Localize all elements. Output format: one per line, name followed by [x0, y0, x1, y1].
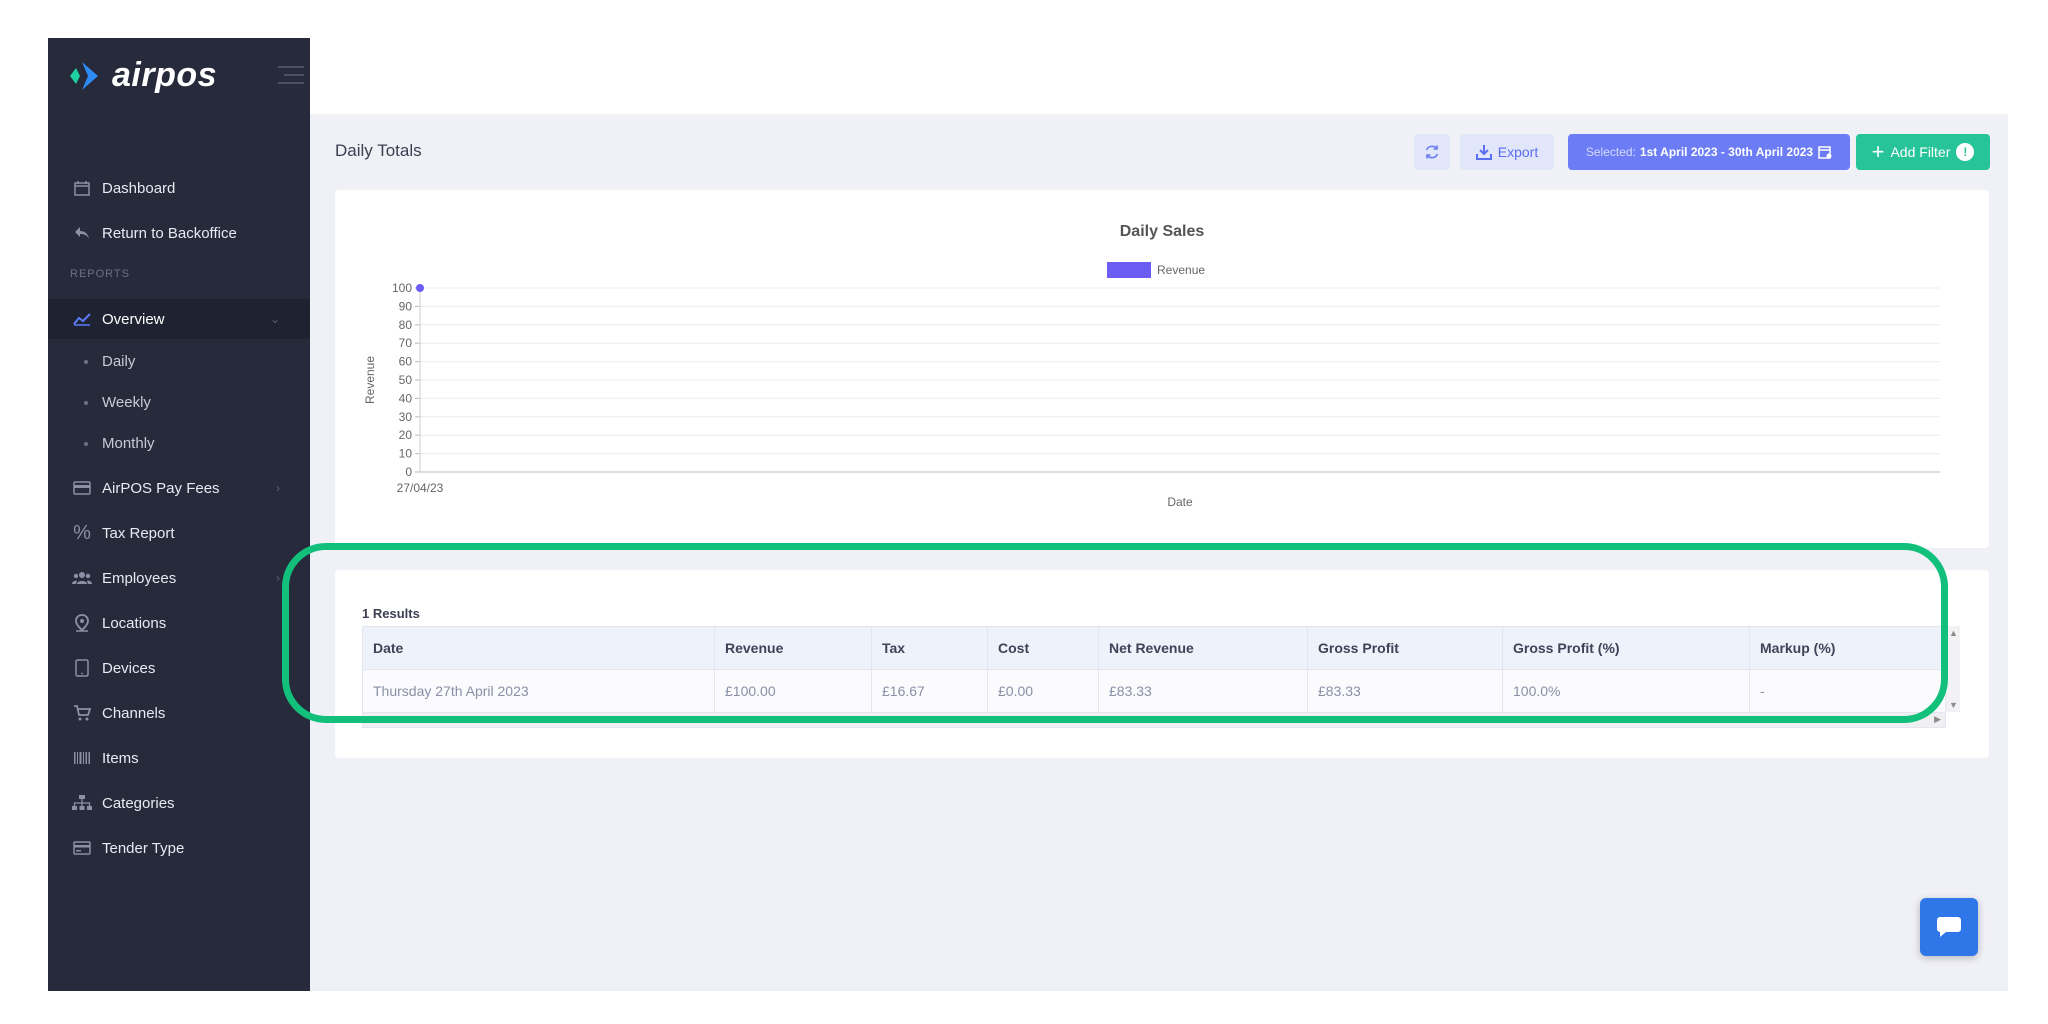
percent-icon: % — [73, 521, 91, 544]
main-area: Daily Totals Export Selected: 1st April … — [310, 38, 2008, 991]
add-filter-button[interactable]: + Add Filter ! — [1856, 134, 1990, 170]
sidebar-subitem-monthly[interactable]: Monthly — [84, 435, 155, 452]
chevron-right-icon: › — [276, 481, 280, 495]
export-label: Export — [1497, 144, 1539, 160]
calendar-icon — [1818, 146, 1832, 159]
chat-bubble-icon — [1937, 917, 1961, 937]
sidebar-item-tax-report[interactable]: % Tax Report — [48, 513, 310, 553]
y-tick-label: 30 — [399, 410, 413, 424]
logo-text: airpos — [112, 56, 218, 94]
y-tick-label: 90 — [399, 299, 413, 313]
sidebar-item-categories[interactable]: Categories — [48, 783, 310, 823]
sidebar-item-label: Channels — [102, 704, 166, 722]
sidebar-subitem-label: Monthly — [102, 435, 155, 452]
sidebar-item-label: AirPOS Pay Fees — [102, 479, 220, 497]
x-tick-label: 27/04/23 — [397, 481, 444, 495]
date-range-button[interactable]: Selected: 1st April 2023 - 30th April 20… — [1568, 134, 1850, 170]
add-filter-label: Add Filter — [1890, 144, 1951, 160]
selected-prefix: Selected: — [1585, 145, 1636, 159]
y-tick-label: 0 — [405, 465, 412, 479]
x-axis-label: Date — [1167, 495, 1193, 509]
sidebar-item-label: Tax Report — [102, 524, 175, 542]
sidebar-item-return-backoffice[interactable]: Return to Backoffice — [48, 213, 310, 253]
sidebar: airpos Dashboard Return to Backoffice RE… — [48, 38, 310, 991]
tablet-icon — [72, 658, 92, 678]
reply-icon — [72, 223, 92, 243]
sidebar-item-label: Devices — [102, 659, 156, 677]
chart-title: Daily Sales — [1120, 223, 1205, 240]
refresh-button[interactable] — [1414, 134, 1450, 170]
sidebar-item-locations[interactable]: Locations — [48, 603, 310, 643]
y-tick-label: 50 — [399, 373, 413, 387]
logo[interactable]: airpos — [68, 56, 304, 96]
scroll-down-arrow-icon[interactable]: ▼ — [1949, 700, 1958, 710]
vertical-scrollbar[interactable]: ▲ ▼ — [1946, 626, 1960, 712]
sidebar-item-label: Categories — [102, 794, 175, 812]
scroll-up-arrow-icon[interactable]: ▲ — [1949, 628, 1958, 638]
credit-card-icon — [72, 478, 92, 498]
bullet-icon — [84, 360, 88, 365]
calendar-icon — [72, 178, 92, 198]
sidebar-item-devices[interactable]: Devices — [48, 648, 310, 688]
highlight-outline — [282, 543, 1948, 723]
card-icon — [72, 838, 92, 858]
bullet-icon — [84, 442, 88, 447]
y-tick-label: 20 — [399, 428, 413, 442]
app-window: airpos Dashboard Return to Backoffice RE… — [48, 38, 2008, 991]
daily-sales-chart: Daily Sales Revenue 0 10 20 30 40 50 60 70 80 90 100… — [363, 223, 1940, 509]
sidebar-item-label: Dashboard — [102, 179, 176, 197]
sidebar-item-items[interactable]: Items — [48, 738, 310, 778]
sitemap-icon — [72, 793, 92, 813]
bullet-icon — [84, 401, 88, 406]
chevron-right-icon: › — [276, 571, 280, 585]
sidebar-item-label: Employees — [102, 569, 177, 587]
scroll-right-arrow-icon[interactable]: ▶ — [1934, 714, 1941, 725]
data-point — [416, 284, 424, 292]
menu-toggle-icon[interactable] — [278, 66, 304, 88]
y-tick-label: 10 — [399, 447, 413, 461]
sidebar-item-dashboard[interactable]: Dashboard — [48, 168, 310, 208]
y-tick-label: 40 — [399, 391, 413, 405]
barcode-icon — [72, 748, 92, 768]
sidebar-subitem-label: Daily — [102, 353, 136, 370]
refresh-icon — [1425, 145, 1439, 159]
y-tick-label: 70 — [399, 336, 413, 350]
sidebar-item-overview[interactable]: Overview ⌄ — [48, 299, 310, 339]
sidebar-item-label: Tender Type — [102, 839, 185, 857]
export-button[interactable]: Export — [1460, 134, 1554, 170]
sidebar-subitem-label: Weekly — [102, 394, 151, 411]
page-title: Daily Totals — [335, 141, 422, 160]
section-label-reports: REPORTS — [70, 268, 130, 280]
chat-button[interactable] — [1920, 898, 1978, 956]
sidebar-item-employees[interactable]: Employees › — [48, 558, 310, 598]
chart-card: Daily Sales Revenue 0 10 20 30 40 50 60 70 80 90 100… — [335, 190, 1989, 548]
sidebar-item-channels[interactable]: Channels — [48, 693, 310, 733]
cart-icon — [72, 703, 92, 723]
sidebar-item-label: Locations — [102, 614, 167, 632]
chart-line-icon — [72, 309, 92, 329]
info-badge: ! — [1956, 143, 1975, 161]
sidebar-item-airpos-pay-fees[interactable]: AirPOS Pay Fees › — [48, 468, 310, 508]
chevron-down-icon: ⌄ — [269, 312, 280, 326]
airpos-logo-icon — [70, 62, 98, 90]
y-tick-label: 80 — [399, 318, 413, 332]
sidebar-item-label: Items — [102, 749, 139, 767]
sidebar-subitem-daily[interactable]: Daily — [84, 353, 135, 370]
sidebar-item-tender-type[interactable]: Tender Type — [48, 828, 310, 868]
selected-range: 1st April 2023 - 30th April 2023 — [1639, 145, 1814, 159]
y-tick-label: 60 — [399, 355, 413, 369]
users-icon — [72, 568, 92, 588]
plus-icon: + — [1871, 139, 1885, 164]
y-axis-label: Revenue — [363, 356, 377, 404]
y-tick-label: 100 — [392, 281, 412, 295]
sidebar-item-label: Overview — [102, 310, 165, 328]
sidebar-item-label: Return to Backoffice — [102, 224, 237, 242]
sidebar-subitem-weekly[interactable]: Weekly — [84, 394, 151, 411]
legend-label: Revenue — [1157, 263, 1205, 277]
download-icon — [1475, 145, 1492, 160]
map-pin-icon — [72, 613, 92, 633]
legend-swatch — [1107, 262, 1151, 278]
